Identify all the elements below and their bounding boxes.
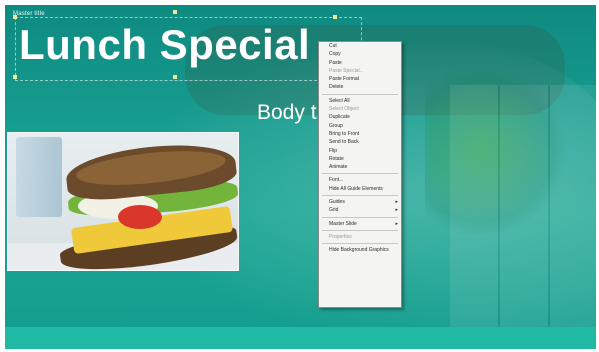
context-menu-item-label: Duplicate (329, 114, 350, 121)
context-menu-item[interactable]: Group (319, 122, 401, 130)
context-menu-item[interactable]: Font... (319, 176, 401, 184)
context-menu-item[interactable]: Cut (319, 42, 401, 50)
glass-shape (16, 137, 62, 217)
context-menu-item[interactable]: Properties (319, 233, 401, 241)
selection-handle[interactable] (13, 15, 17, 19)
selection-handle[interactable] (173, 10, 177, 14)
menu-separator (322, 173, 398, 175)
background-tile-pattern (450, 85, 596, 335)
context-menu-item[interactable]: Copy (319, 50, 401, 58)
context-menu-item-label: Send to Back (329, 139, 359, 146)
context-menu[interactable]: Cut Copy Paste Paste Special... Paste Format… (318, 41, 402, 308)
selection-handle[interactable] (13, 75, 17, 79)
context-menu-item[interactable]: Paste Special... (319, 67, 401, 75)
context-menu-item[interactable]: Flip (319, 147, 401, 155)
context-menu-item[interactable]: Select Object (319, 105, 401, 113)
context-menu-item[interactable]: Hide All Guide Elements (319, 185, 401, 193)
slide-title[interactable]: Lunch Special (19, 21, 310, 69)
menu-separator (322, 216, 398, 218)
context-menu-item-label: Delete (329, 84, 344, 91)
submenu-arrow-icon: ▸ (395, 199, 398, 206)
context-menu-item-label: Rotate (329, 155, 344, 162)
context-menu-item-label: Font... (329, 177, 344, 184)
menu-separator (322, 195, 398, 197)
context-menu-item-label: Animate (329, 164, 348, 171)
selection-handle[interactable] (173, 75, 177, 79)
context-menu-item-label: Hide All Guide Elements (329, 185, 383, 192)
context-menu-item[interactable]: Select All (319, 97, 401, 105)
context-menu-item[interactable]: Master Slide ▸ (319, 220, 401, 228)
context-menu-item[interactable]: Duplicate (319, 113, 401, 121)
context-menu-item-label: Master Slide (329, 220, 357, 227)
bottom-band (5, 327, 596, 349)
context-menu-item-label: Properties (329, 233, 352, 240)
context-menu-item-label: Grid (329, 207, 339, 214)
context-menu-item-label: Select Object (329, 106, 359, 113)
menu-separator (322, 93, 398, 95)
context-menu-item-label: Hide Background Graphics (329, 247, 389, 254)
tomato-shape (118, 205, 162, 229)
context-menu-item[interactable]: Guides ▸ (319, 198, 401, 206)
context-menu-item-label: Paste Format (329, 76, 360, 83)
context-menu-item-label: Guides (329, 199, 345, 206)
context-menu-item[interactable]: Paste (319, 59, 401, 67)
context-menu-item-label: Group (329, 122, 343, 129)
menu-separator (322, 243, 398, 245)
context-menu-item-label: Bring to Front (329, 130, 360, 137)
context-menu-item-label: Copy (329, 51, 341, 58)
context-menu-item-label: Paste (329, 59, 342, 66)
context-menu-item[interactable]: Delete (319, 83, 401, 91)
context-menu-item-label: Paste Special... (329, 67, 364, 74)
context-menu-item[interactable]: Paste Format (319, 75, 401, 83)
selection-handle[interactable] (333, 15, 337, 19)
menu-separator (322, 229, 398, 231)
context-menu-item-label: Select All (329, 97, 350, 104)
body-text-placeholder[interactable]: Body t (257, 101, 317, 125)
sandwich-photo[interactable] (7, 132, 239, 271)
context-menu-item[interactable]: Hide Background Graphics (319, 246, 401, 254)
context-menu-item[interactable]: Bring to Front (319, 130, 401, 138)
context-menu-item-label: Flip (329, 147, 338, 154)
context-menu-item[interactable]: Grid ▸ (319, 206, 401, 214)
submenu-arrow-icon: ▸ (395, 207, 398, 214)
context-menu-item[interactable]: Rotate (319, 155, 401, 163)
submenu-arrow-icon: ▸ (395, 220, 398, 227)
context-menu-item[interactable]: Animate (319, 163, 401, 171)
context-menu-item-label: Cut (329, 43, 337, 49)
slide-canvas[interactable]: Master title Lunch Special Body t (5, 5, 596, 349)
context-menu-item[interactable]: Send to Back (319, 138, 401, 146)
